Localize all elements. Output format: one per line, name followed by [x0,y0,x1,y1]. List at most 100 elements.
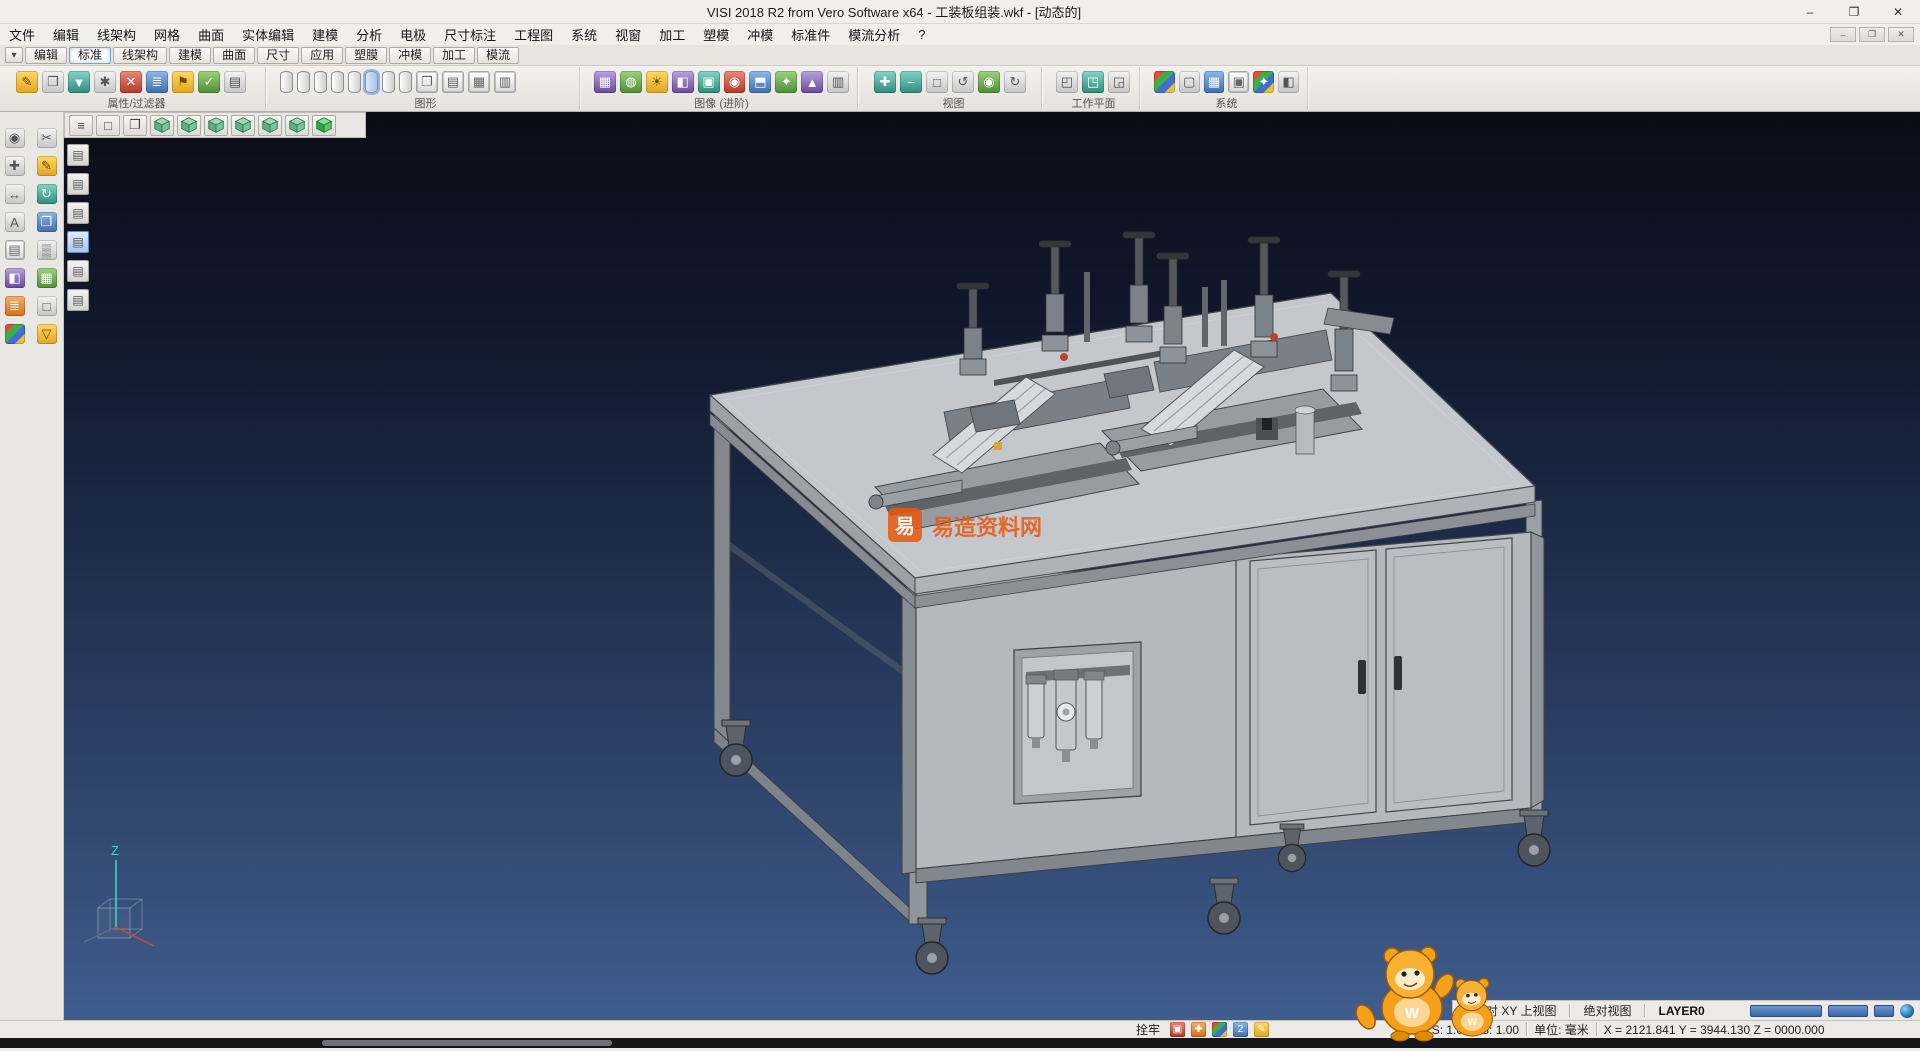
tab-machining[interactable]: 加工 [433,47,475,64]
display-shaded-icon[interactable] [314,71,327,93]
view-refresh-icon[interactable] [1004,71,1026,93]
tab-wireframe[interactable]: 线架构 [113,47,167,64]
menu-window[interactable]: 视窗 [606,25,650,44]
view-cube-iso-icon[interactable] [150,115,174,136]
mdi-minimize-button[interactable]: – [1830,27,1856,42]
close-button[interactable]: ✕ [1876,0,1920,23]
draft-grid-icon[interactable] [468,71,490,93]
tab-edit[interactable]: 编辑 [25,47,67,64]
tab-dropdown-button[interactable] [5,47,23,63]
tab-stamping[interactable]: 冲模 [389,47,431,64]
view-cube-top-icon[interactable] [177,115,201,136]
snap-mode-icon[interactable] [1191,1022,1206,1037]
plane-clipboard-6-icon[interactable] [67,289,89,311]
menu-die[interactable]: 冲模 [738,25,782,44]
attr-copy-icon[interactable] [42,71,64,93]
scrollbar-thumb[interactable] [322,1040,612,1046]
view-center-icon[interactable] [978,71,1000,93]
draft-rows-icon[interactable] [442,71,464,93]
menu-flow-analysis[interactable]: 模流分析 [839,25,909,44]
mdi-restore-button[interactable]: ❐ [1859,27,1885,42]
erase-icon[interactable] [37,296,57,316]
tab-modeling[interactable]: 建模 [169,47,211,64]
move-icon[interactable] [5,184,25,204]
image-light-icon[interactable] [646,71,668,93]
menu-edit[interactable]: 编辑 [44,25,88,44]
tab-surface[interactable]: 曲面 [213,47,255,64]
menu-mold[interactable]: 塑模 [694,25,738,44]
display-current-icon[interactable] [365,71,378,93]
attr-filter-icon[interactable] [68,71,90,93]
plane-clipboard-1-icon[interactable] [67,144,89,166]
view-cube-back-icon[interactable] [231,115,255,136]
menu-surface[interactable]: 曲面 [189,25,233,44]
system-monitor-icon[interactable] [1179,71,1200,93]
desktop-mascots[interactable]: W W [1340,946,1525,1046]
menu-drawing[interactable]: 工程图 [505,25,562,44]
menu-system[interactable]: 系统 [562,25,606,44]
save-icon[interactable] [37,324,57,344]
display-ghost-icon[interactable] [348,71,361,93]
mirror-icon[interactable] [5,268,25,288]
copy-icon[interactable] [37,212,57,232]
menu-dimension[interactable]: 尺寸标注 [435,25,505,44]
workplane-align-icon[interactable] [1082,71,1104,93]
display-hidden-line-icon[interactable] [297,71,310,93]
image-render-icon[interactable] [724,71,746,93]
menu-machining[interactable]: 加工 [650,25,694,44]
3d-viewport[interactable]: 易 易造资料网 Z [64,112,1920,1020]
plane-clipboard-5-icon[interactable] [67,260,89,282]
tab-flow[interactable]: 模流 [477,47,519,64]
attr-check-icon[interactable] [198,71,220,93]
system-colors-icon[interactable] [1154,71,1175,93]
system-contrast-icon[interactable] [1278,71,1299,93]
brush-icon[interactable] [1254,1022,1269,1037]
menu-mesh[interactable]: 网格 [145,25,189,44]
image-rotate-icon[interactable] [801,71,823,93]
layers-icon[interactable] [5,296,25,316]
image-shadow-icon[interactable] [749,71,771,93]
mascot-small[interactable]: W [1452,978,1492,1036]
viewport-menu-icon[interactable] [69,115,93,136]
snap-grid-icon[interactable] [1170,1022,1185,1037]
sheet-icon[interactable] [5,240,25,260]
plane-clipboard-3-icon[interactable] [67,202,89,224]
image-halfshade-icon[interactable] [672,71,694,93]
draft-page-icon[interactable] [416,71,438,93]
menu-standard-parts[interactable]: 标准件 [782,25,839,44]
image-material-icon[interactable] [698,71,720,93]
attr-star-icon[interactable] [94,71,116,93]
image-lines-icon[interactable] [827,71,849,93]
system-grid-icon[interactable] [1204,71,1225,93]
image-grid-icon[interactable] [594,71,616,93]
cut-icon[interactable] [37,128,57,148]
menu-modeling[interactable]: 建模 [303,25,347,44]
view-cube-shaded-icon[interactable] [312,115,336,136]
attr-pen-icon[interactable] [16,71,38,93]
zoom-out-icon[interactable] [900,71,922,93]
maximize-button[interactable]: ❐ [1832,0,1876,23]
palette-icon[interactable] [5,324,25,344]
attr-delete-icon[interactable] [120,71,142,93]
tab-application[interactable]: 应用 [301,47,343,64]
menu-solid-edit[interactable]: 实体编辑 [233,25,303,44]
display-shaded-edges-icon[interactable] [331,71,344,93]
system-palette-icon[interactable] [1253,71,1274,93]
attr-flag-icon[interactable] [172,71,194,93]
rotate-icon[interactable] [37,184,57,204]
mdi-close-button[interactable]: ✕ [1888,27,1914,42]
menu-analysis[interactable]: 分析 [347,25,391,44]
plane-clipboard-2-icon[interactable] [67,173,89,195]
layer2-icon[interactable] [1233,1022,1248,1037]
palette-icon[interactable] [1212,1022,1227,1037]
attr-layers-icon[interactable] [146,71,168,93]
window-multi-icon[interactable] [123,115,147,136]
globe-icon[interactable] [1900,1004,1914,1018]
attr-rows-icon[interactable] [224,71,246,93]
snap-point-icon[interactable] [5,156,25,176]
menu-file[interactable]: 文件 [0,25,44,44]
tab-standard[interactable]: 标准 [69,47,111,64]
image-texture-icon[interactable] [620,71,642,93]
active-layer-chip[interactable]: LAYER0 [1658,1004,1704,1018]
zoom-window-icon[interactable] [926,71,948,93]
